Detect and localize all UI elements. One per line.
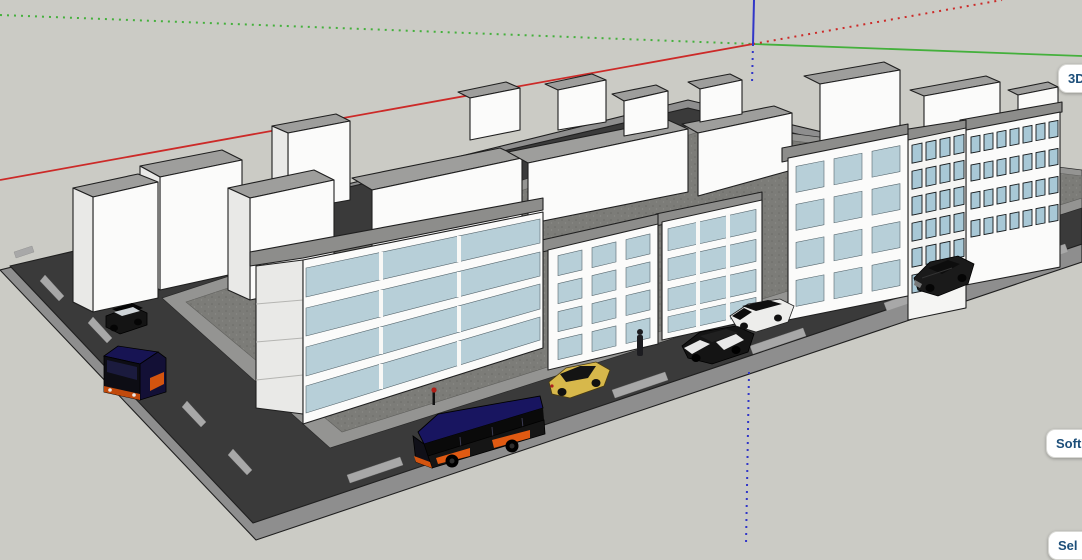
viewport-canvas[interactable] [0, 0, 1082, 545]
sketchup-viewport-page: { "viewport": { "type": "3d-model-viewpo… [0, 0, 1082, 545]
tool-chip-soften[interactable]: Soft [1046, 429, 1082, 458]
blue-axis-solid [753, 0, 754, 44]
pedestrian[interactable] [637, 329, 643, 356]
city-bus[interactable] [104, 346, 166, 400]
building-block[interactable] [73, 174, 158, 312]
tool-chip-3d[interactable]: 3D [1058, 64, 1082, 93]
building-balcony-windows[interactable] [782, 124, 908, 320]
building-small-windows[interactable] [960, 102, 1062, 285]
tool-chip-select[interactable]: Sel [1048, 531, 1082, 560]
